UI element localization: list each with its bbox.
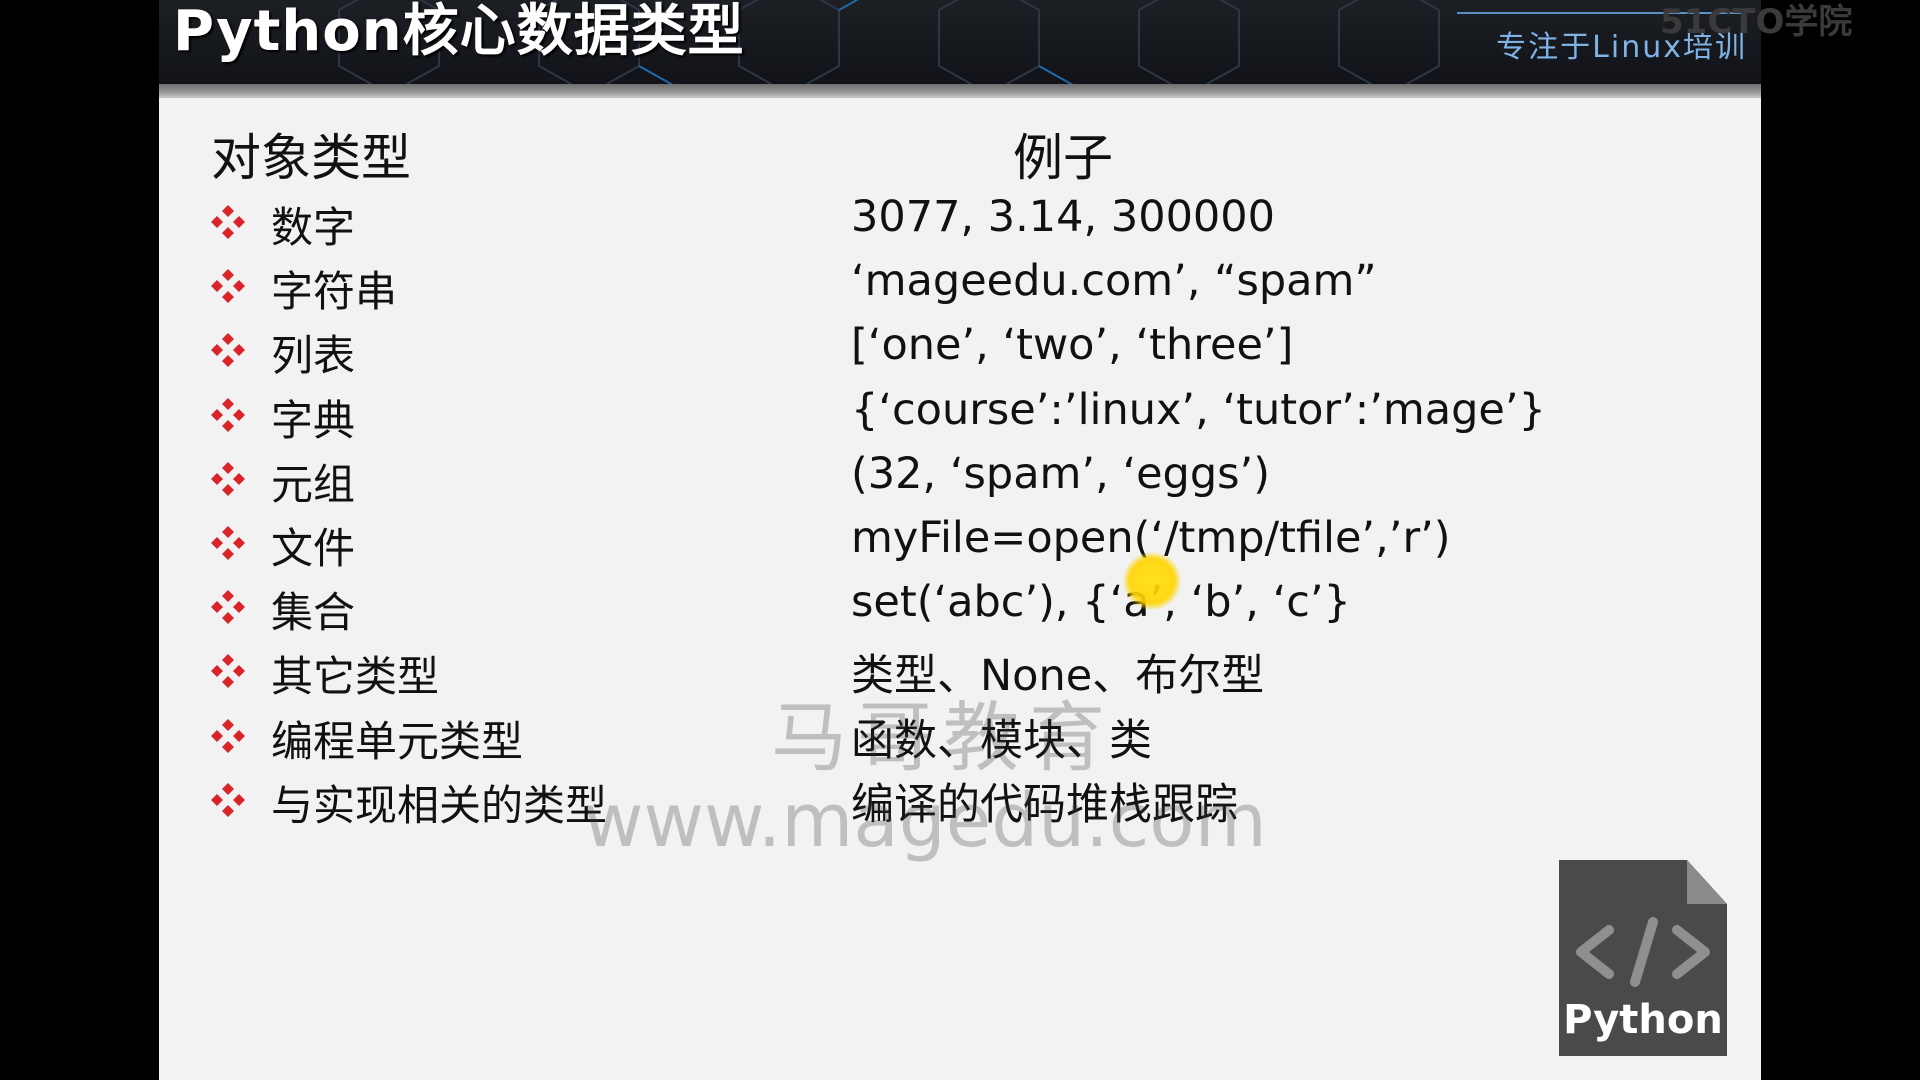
- list-item: 编程单元类型 函数、模块、类: [159, 704, 1761, 768]
- bullet-icon: [211, 526, 245, 560]
- list-item: 文件 myFile=open(‘/tmp/tfile’,’r’): [159, 511, 1761, 575]
- type-label: 元组: [271, 460, 356, 509]
- bullet-icon: [211, 783, 245, 817]
- bullet-icon: [211, 398, 245, 432]
- brand-watermark: 51CTO学院: [1660, 2, 1853, 42]
- example-value: {‘course’:’linux’, ‘tutor’:’mage’}: [851, 385, 1546, 435]
- bullet-icon: [211, 654, 245, 688]
- list-item: 字典 {‘course’:’linux’, ‘tutor’:’mage’}: [159, 383, 1761, 447]
- type-label: 其它类型: [271, 652, 440, 701]
- logo-label: Python: [1563, 997, 1723, 1043]
- type-label: 文件: [271, 524, 356, 573]
- example-value: set(‘abc’), {‘a’, ‘b’, ‘c’}: [851, 577, 1351, 627]
- example-value: 编译的代码堆栈跟踪: [851, 780, 1238, 830]
- example-value: [‘one’, ‘two’, ‘three’]: [851, 320, 1294, 370]
- bullet-icon: [211, 590, 245, 624]
- column-header-type: 对象类型: [211, 129, 411, 187]
- type-label: 编程单元类型: [271, 717, 524, 766]
- list-item: 集合 set(‘abc’), {‘a’, ‘b’, ‘c’}: [159, 575, 1761, 639]
- type-label: 字典: [271, 396, 356, 445]
- list-item: 字符串 ‘mageedu.com’, “spam”: [159, 254, 1761, 318]
- bullet-icon: [211, 462, 245, 496]
- bullet-icon: [211, 719, 245, 753]
- slide-header: Python核心数据类型 专注于Linux培训: [159, 0, 1761, 84]
- example-value: 函数、模块、类: [851, 716, 1152, 766]
- example-value: ‘mageedu.com’, “spam”: [851, 256, 1377, 306]
- cursor-highlight: [1123, 552, 1181, 610]
- bullet-icon: [211, 205, 245, 239]
- bullet-icon: [211, 333, 245, 367]
- list-item: 元组 (32, ‘spam’, ‘eggs’): [159, 447, 1761, 511]
- slide-title: Python核心数据类型: [173, 0, 745, 64]
- bullet-icon: [211, 269, 245, 303]
- column-header-example: 例子: [1013, 129, 1113, 187]
- list-item: 列表 [‘one’, ‘two’, ‘three’]: [159, 318, 1761, 382]
- type-label: 集合: [271, 588, 356, 637]
- example-value: 类型、None、布尔型: [851, 651, 1265, 701]
- list-item: 其它类型 类型、None、布尔型: [159, 639, 1761, 703]
- type-label: 数字: [271, 203, 356, 252]
- slide: Python核心数据类型 专注于Linux培训 对象类型 例子 数字 3077, …: [159, 0, 1761, 1080]
- header-divider: [159, 84, 1761, 98]
- type-label: 与实现相关的类型: [271, 781, 608, 830]
- example-value: (32, ‘spam’, ‘eggs’): [851, 449, 1270, 499]
- type-label: 字符串: [271, 267, 398, 316]
- list-item: 与实现相关的类型 编译的代码堆栈跟踪: [159, 768, 1761, 832]
- list-item: 数字 3077, 3.14, 300000: [159, 190, 1761, 254]
- type-label: 列表: [271, 331, 356, 380]
- example-value: 3077, 3.14, 300000: [851, 192, 1275, 242]
